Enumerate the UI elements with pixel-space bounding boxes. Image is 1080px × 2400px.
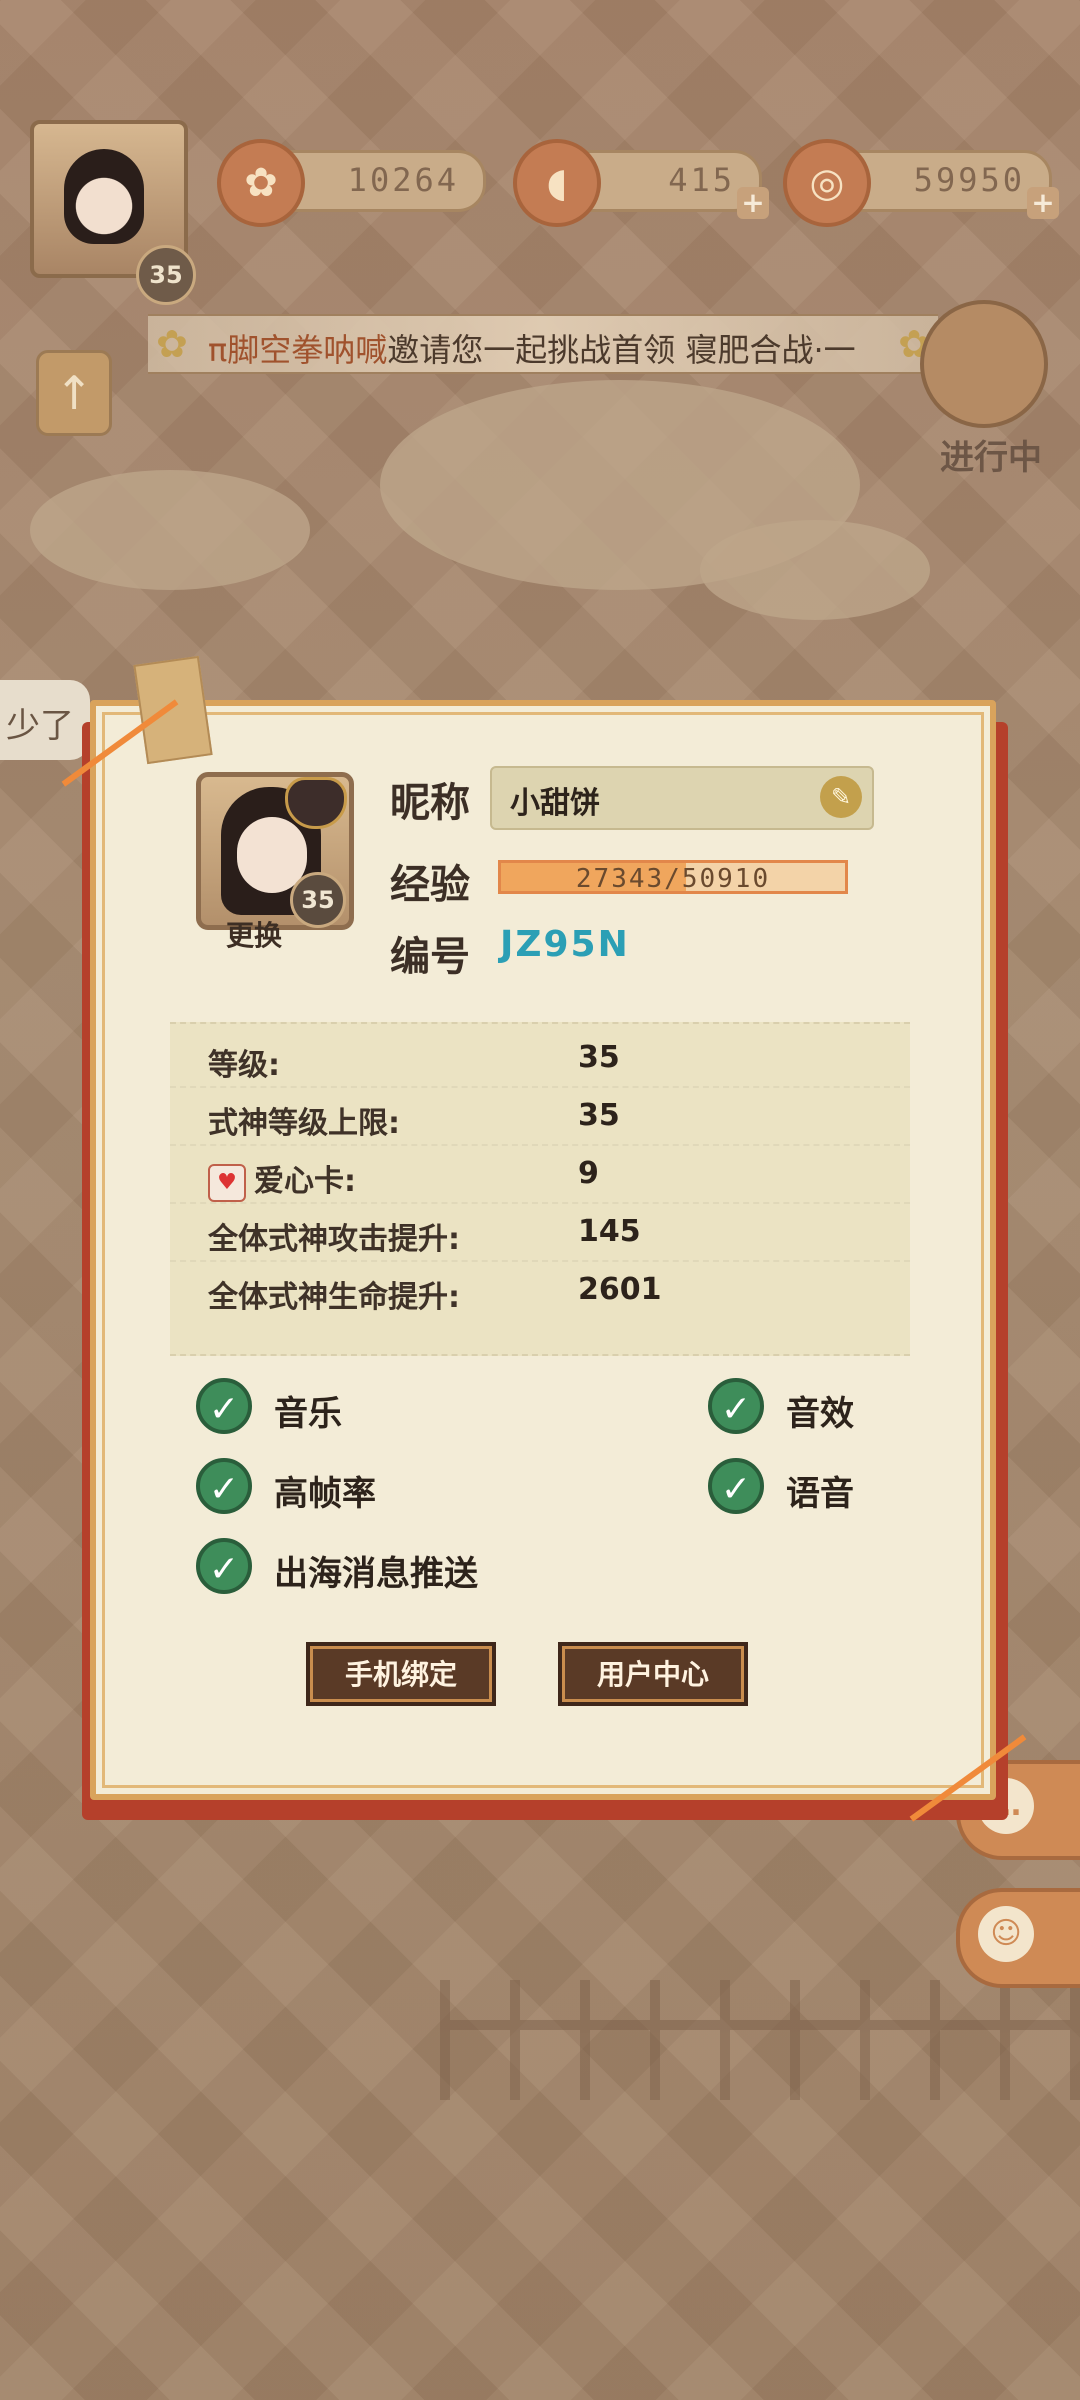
marquee-text: π脚空拳呐喊邀请您一起挑战首领 寝肥合战·一 (208, 331, 856, 369)
friends-button[interactable]: ☺ (956, 1888, 1080, 1988)
high-fps-label: 高帧率 (274, 1474, 376, 1514)
stat-label: 等级: (208, 1048, 280, 1083)
bind-phone-button[interactable]: 手机绑定 (306, 1642, 496, 1706)
voice-label: 语音 (786, 1474, 854, 1514)
stats-table: 等级: 35 式神等级上限: 35 ♥ 爱心卡: 9 全体式神攻击提升: 145 … (170, 1022, 910, 1356)
flower-icon: ✿ (156, 322, 188, 366)
character-icon: ☺ (978, 1906, 1034, 1962)
resource-fan[interactable]: ✿ 10264 (217, 139, 486, 227)
coin-icon: ◎ (783, 139, 871, 227)
stat-row: ♥ 爱心卡: 9 (170, 1144, 910, 1204)
checkmark-icon[interactable]: ✓ (708, 1458, 764, 1514)
id-label: 编号 (390, 934, 470, 980)
stat-value: 2601 (578, 1272, 662, 1307)
push-notification-label: 出海消息推送 (274, 1554, 478, 1594)
nickname-value: 小甜饼 (510, 786, 600, 821)
stat-value: 35 (578, 1040, 620, 1075)
stat-row: 全体式神生命提升: 2601 (170, 1260, 910, 1318)
nickname-field[interactable]: 小甜饼 ✎ (490, 766, 874, 830)
user-center-button[interactable]: 用户中心 (558, 1642, 748, 1706)
stat-label: 全体式神攻击提升: (208, 1222, 460, 1257)
stat-row: 全体式神攻击提升: 145 (170, 1202, 910, 1262)
nickname-label: 昵称 (390, 780, 470, 826)
checkmark-icon[interactable]: ✓ (196, 1458, 252, 1514)
resource-coin-value: 59950 (913, 161, 1025, 199)
player-id: JZ95N (500, 924, 630, 965)
edit-brush-icon[interactable]: ✎ (820, 776, 862, 818)
resource-magatama-value: 415 (668, 161, 735, 199)
mask-icon (285, 777, 347, 829)
tape-decoration (133, 655, 213, 765)
boss-status-label: 进行中 (940, 438, 1042, 478)
resource-coin[interactable]: ◎ 59950 + (783, 139, 1059, 227)
stat-label: 式神等级上限: (208, 1106, 400, 1141)
heart-card-icon: ♥ (208, 1163, 246, 1202)
stat-value: 145 (578, 1214, 641, 1249)
exp-label: 经验 (390, 862, 470, 908)
side-text: 少了 (0, 680, 90, 760)
stat-label: 全体式神生命提升: (208, 1280, 460, 1315)
resource-fan-value: 10264 (347, 161, 459, 199)
sfx-label: 音效 (786, 1394, 854, 1434)
checkmark-icon[interactable]: ✓ (196, 1538, 252, 1594)
change-avatar-button[interactable]: 更换 (226, 914, 282, 954)
add-magatama-button[interactable]: + (737, 187, 769, 219)
player-level-badge: 35 (136, 245, 196, 305)
stat-row: 等级: 35 (170, 1028, 910, 1088)
announcement-marquee: ✿ π脚空拳呐喊邀请您一起挑战首领 寝肥合战·一 ✿ (148, 314, 938, 374)
arrow-up-icon[interactable]: ↑ (36, 350, 112, 436)
exp-value: 27343/50910 (575, 864, 771, 894)
music-label: 音乐 (274, 1394, 342, 1434)
magatama-icon: ◖ (513, 139, 601, 227)
resource-magatama[interactable]: ◖ 415 + (513, 139, 769, 227)
checkmark-icon[interactable]: ✓ (708, 1378, 764, 1434)
exp-progress-bar: 27343/50910 (498, 860, 848, 894)
boss-battle-entry[interactable]: 进行中 (900, 240, 1060, 478)
stat-value: 9 (578, 1156, 599, 1191)
add-coin-button[interactable]: + (1027, 187, 1059, 219)
boss-icon (920, 300, 1048, 428)
stat-row: 式神等级上限: 35 (170, 1086, 910, 1146)
checkmark-icon[interactable]: ✓ (196, 1378, 252, 1434)
stat-label-with-icon: ♥ 爱心卡: (208, 1156, 356, 1202)
fan-icon: ✿ (217, 139, 305, 227)
stat-value: 35 (578, 1098, 620, 1133)
portrait-level-badge: 35 (290, 872, 346, 928)
